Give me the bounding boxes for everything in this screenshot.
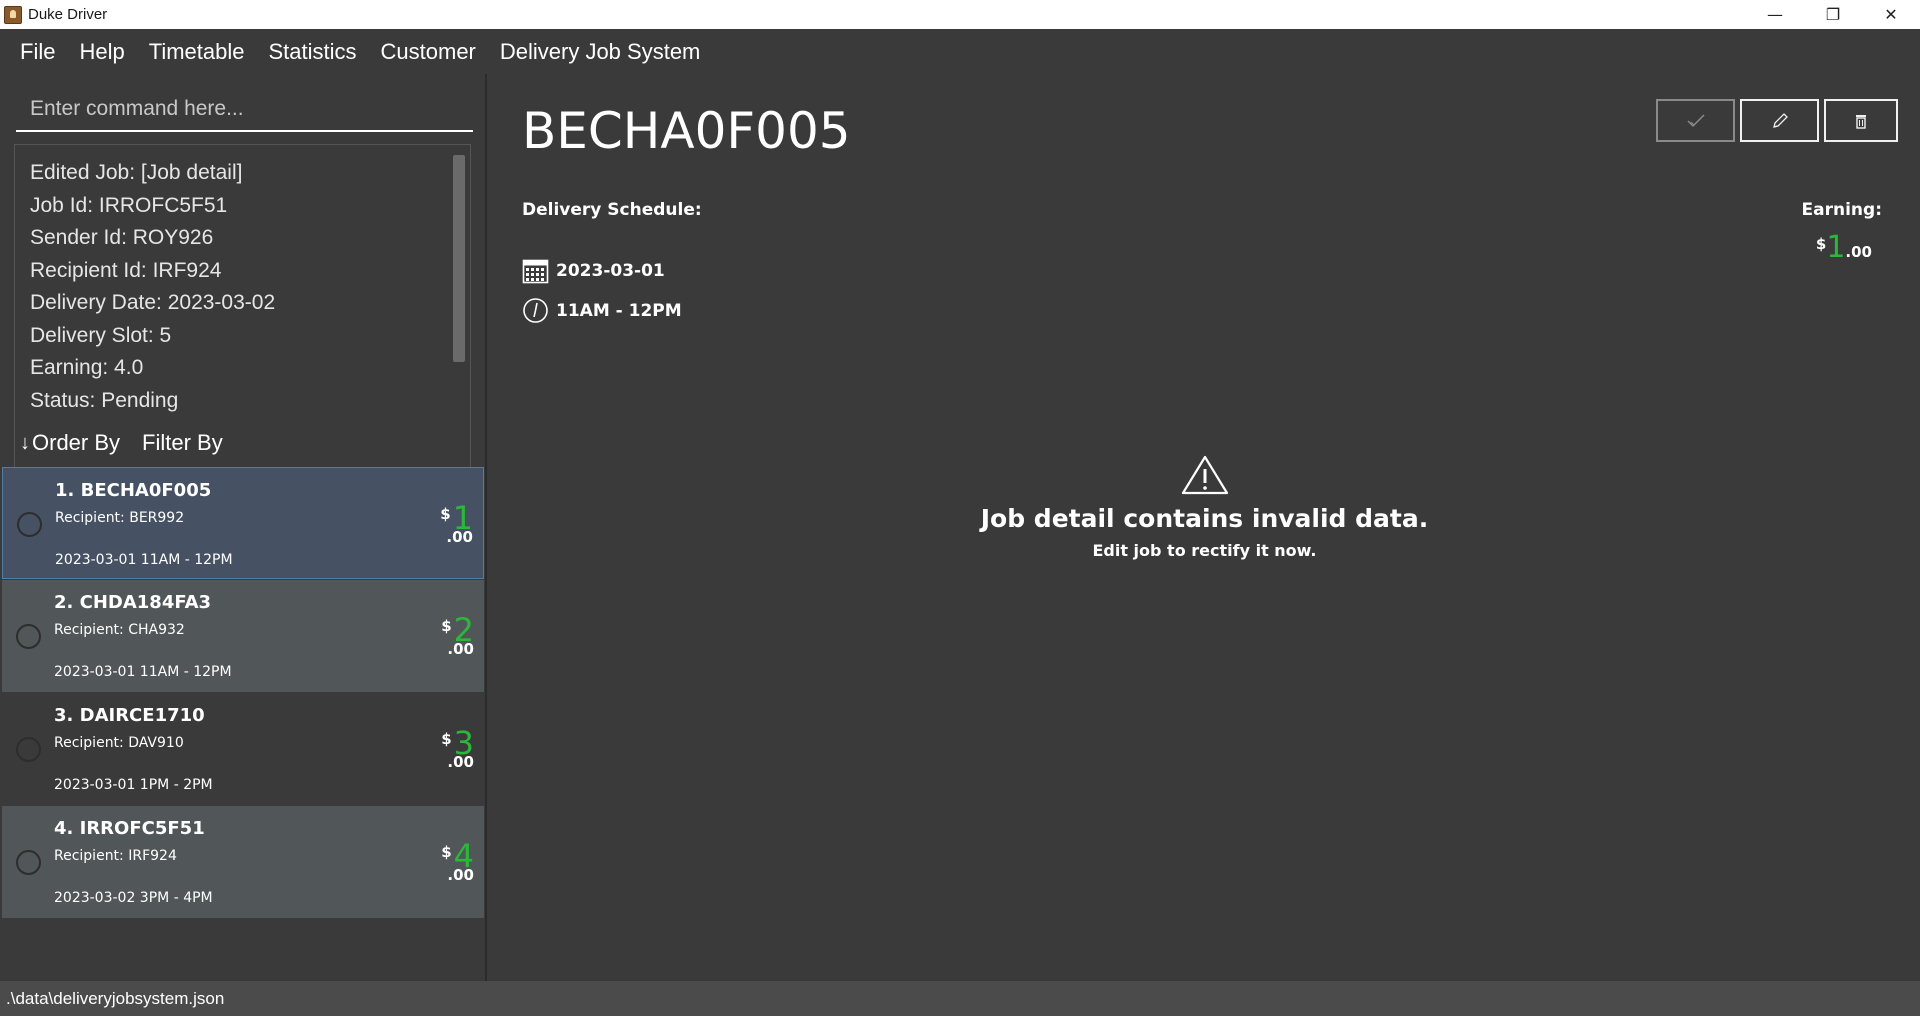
job-complete-radio[interactable] <box>16 850 41 875</box>
title-bar: Duke Driver — ❐ ✕ <box>0 0 1920 29</box>
job-recipient: Recipient: DAV910 <box>54 735 184 751</box>
minimize-button[interactable]: — <box>1746 0 1804 29</box>
menu-timetable[interactable]: Timetable <box>137 39 257 65</box>
delivery-time-row: 11AM - 12PM <box>522 297 682 324</box>
delivery-date: 2023-03-01 <box>556 260 665 281</box>
menu-bar: File Help Timetable Statistics Customer … <box>0 29 1920 74</box>
result-line: Edited Job: [Job detail] <box>30 161 243 184</box>
job-complete-radio[interactable] <box>16 624 41 649</box>
currency-symbol: $ <box>1815 235 1827 253</box>
earning-cents: .00 <box>446 528 473 546</box>
warning-subtitle: Edit job to rectify it now. <box>1092 541 1317 560</box>
job-title: 3. DAIRCE1710 <box>54 705 205 726</box>
job-list-item[interactable]: 4. IRROFC5F51 Recipient: IRF924 2023-03-… <box>2 806 484 918</box>
result-lines: Edited Job: [Job detail] Job Id: IRROFC5… <box>15 145 470 417</box>
earning-cents: .00 <box>447 640 474 658</box>
job-action-buttons <box>1651 99 1898 142</box>
job-recipient: Recipient: IRF924 <box>54 848 177 864</box>
menu-statistics[interactable]: Statistics <box>256 39 368 65</box>
maximize-button[interactable]: ❐ <box>1804 0 1862 29</box>
result-line: Status: Pending <box>30 388 179 412</box>
currency-symbol: $ <box>440 505 451 523</box>
left-panel: Edited Job: [Job detail] Job Id: IRROFC5… <box>0 74 487 981</box>
job-complete-radio[interactable] <box>17 512 42 537</box>
calendar-icon <box>522 257 549 284</box>
earning-integer: 1 <box>1826 230 1846 265</box>
job-title: 2. CHDA184FA3 <box>54 592 212 613</box>
job-list-item[interactable]: 2. CHDA184FA3 Recipient: CHA932 2023-03-… <box>2 580 484 692</box>
job-earning: $1 .00 <box>440 502 473 546</box>
sort-arrow-icon[interactable]: ↓ <box>20 432 30 455</box>
pencil-icon <box>1772 112 1788 128</box>
job-datetime: 2023-03-01 11AM - 12PM <box>55 552 233 568</box>
trash-icon <box>1856 114 1866 129</box>
menu-customer[interactable]: Customer <box>369 39 488 65</box>
menu-help[interactable]: Help <box>67 39 136 65</box>
job-datetime: 2023-03-01 1PM - 2PM <box>54 777 213 793</box>
earning-cents: .00 <box>447 866 474 884</box>
job-earning: $4 .00 <box>441 840 474 884</box>
currency-symbol: $ <box>441 843 452 861</box>
earning-cents: .00 <box>1845 243 1872 261</box>
window-title: Duke Driver <box>28 6 108 23</box>
job-datetime: 2023-03-01 11AM - 12PM <box>54 664 232 680</box>
complete-job-button[interactable] <box>1656 99 1735 142</box>
warning-icon <box>1181 455 1228 495</box>
job-earning: $3 .00 <box>441 727 474 771</box>
app-icon <box>4 5 22 24</box>
result-line: Delivery Slot: 5 <box>30 323 172 347</box>
result-line: Recipient Id: IRF924 <box>30 258 222 282</box>
invalid-data-warning: Job detail contains invalid data. Edit j… <box>489 454 1920 560</box>
menu-file[interactable]: File <box>8 39 67 65</box>
earning-value: $1.00 <box>1816 230 1872 265</box>
job-recipient: Recipient: CHA932 <box>54 622 185 638</box>
currency-symbol: $ <box>441 730 452 748</box>
job-detail-panel: BECHA0F005 Delivery Schedule: 2023-03-01… <box>489 74 1920 981</box>
job-id-heading: BECHA0F005 <box>522 102 851 160</box>
warning-title: Job detail contains invalid data. <box>980 504 1429 533</box>
earning-cents: .00 <box>447 753 474 771</box>
result-line: Earning: 4.0 <box>30 356 144 379</box>
delivery-schedule-label: Delivery Schedule: <box>522 200 702 220</box>
delete-job-button[interactable] <box>1824 99 1898 142</box>
window-controls: — ❐ ✕ <box>1746 0 1920 29</box>
result-line: Job Id: IRROFC5F51 <box>30 193 228 217</box>
delivery-date-row: 2023-03-01 <box>522 257 665 284</box>
job-list-item[interactable]: 1. BECHA0F005 Recipient: BER992 2023-03-… <box>2 467 484 579</box>
data-file-path: .\data\deliveryjobsystem.json <box>6 988 225 1008</box>
job-title: 4. IRROFC5F51 <box>54 818 205 839</box>
status-bar: .\data\deliveryjobsystem.json <box>0 981 1920 1016</box>
result-line: Delivery Date: 2023-03-02 <box>30 291 276 314</box>
check-icon <box>1686 113 1705 127</box>
menu-delivery-job-system[interactable]: Delivery Job System <box>488 39 713 65</box>
job-list-item[interactable]: 3. DAIRCE1710 Recipient: DAV910 2023-03-… <box>2 693 484 805</box>
result-scrollbar[interactable] <box>453 155 465 362</box>
result-line: Sender Id: ROY926 <box>30 226 214 249</box>
job-earning: $2 .00 <box>441 614 474 658</box>
job-recipient: Recipient: BER992 <box>55 510 185 526</box>
job-list: 1. BECHA0F005 Recipient: BER992 2023-03-… <box>2 467 486 919</box>
job-title: 1. BECHA0F005 <box>55 480 212 501</box>
currency-symbol: $ <box>441 617 452 635</box>
clock-icon <box>522 297 549 324</box>
job-datetime: 2023-03-02 3PM - 4PM <box>54 890 213 906</box>
sort-filter-bar: ↓ Order By Filter By <box>20 430 223 456</box>
earning-label: Earning: <box>1801 200 1882 220</box>
delivery-time: 11AM - 12PM <box>556 300 682 321</box>
order-by-button[interactable]: Order By <box>32 430 120 456</box>
edit-job-button[interactable] <box>1740 99 1819 142</box>
command-input[interactable] <box>16 88 473 132</box>
job-complete-radio[interactable] <box>16 737 41 762</box>
close-button[interactable]: ✕ <box>1862 0 1920 29</box>
filter-by-button[interactable]: Filter By <box>142 430 223 456</box>
